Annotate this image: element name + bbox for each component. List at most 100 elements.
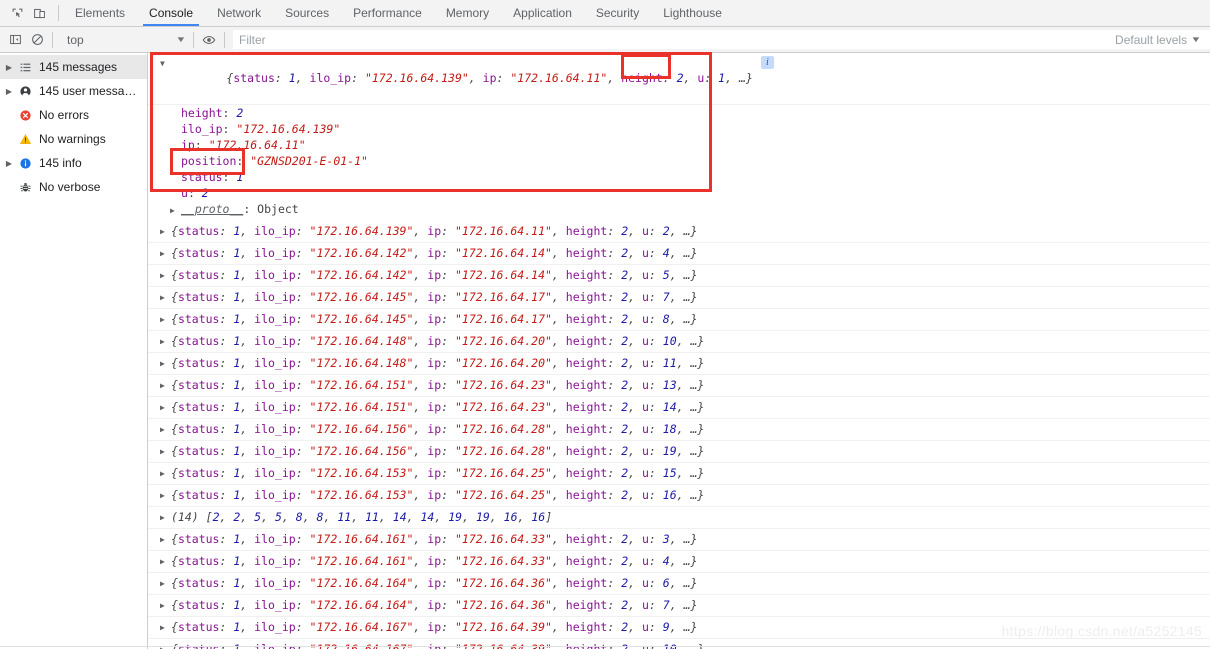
- tab-memory[interactable]: Memory: [434, 0, 501, 26]
- property-key: status: [181, 170, 223, 184]
- disclosure-triangle-icon[interactable]: ▶: [160, 466, 171, 481]
- tab-performance[interactable]: Performance: [341, 0, 434, 26]
- tab-application[interactable]: Application: [501, 0, 584, 26]
- row-ip-value: "172.16.64.17": [454, 290, 552, 304]
- row-ip-value: "172.16.64.39": [454, 620, 552, 634]
- row-u-value: 2: [662, 224, 670, 238]
- console-message-object[interactable]: ▶ {status: 1, ilo_ip: "172.16.64.151", ip…: [148, 397, 1210, 419]
- console-message-object[interactable]: ▶ {status: 1, ilo_ip: "172.16.64.164", ip…: [148, 595, 1210, 617]
- tab-lighthouse[interactable]: Lighthouse: [651, 0, 734, 26]
- sidebar-item-messages[interactable]: ▶ 145 messages: [0, 55, 147, 79]
- disclosure-triangle-icon[interactable]: ▶: [160, 312, 171, 327]
- disclosure-triangle-icon[interactable]: ▶: [160, 444, 171, 459]
- console-message-object[interactable]: ▶ {status: 1, ilo_ip: "172.16.64.148", ip…: [148, 353, 1210, 375]
- devtools-left-icons: [0, 0, 54, 26]
- array-item: 16: [503, 510, 518, 524]
- console-message-object[interactable]: ▶ {status: 1, ilo_ip: "172.16.64.148", ip…: [148, 331, 1210, 353]
- chevron-right-icon[interactable]: ▶: [2, 159, 16, 168]
- sidebar-item-warnings[interactable]: ▶ No warnings: [0, 127, 147, 151]
- property-proto[interactable]: ▶ __proto__: Object: [160, 201, 1210, 219]
- row-ilo-ip-value: "172.16.64.164": [309, 576, 414, 590]
- live-expression-eye-icon[interactable]: [198, 29, 220, 51]
- disclosure-triangle-icon[interactable]: ▶: [160, 620, 171, 635]
- property-value: 1: [236, 170, 244, 184]
- tab-console[interactable]: Console: [137, 0, 205, 26]
- console-message-object[interactable]: ▶ {status: 1, ilo_ip: "172.16.64.145", ip…: [148, 287, 1210, 309]
- disclosure-triangle-icon[interactable]: ▶: [160, 224, 171, 239]
- console-message-list[interactable]: ▼ {status: 1, ilo_ip: "172.16.64.139", i…: [148, 53, 1210, 649]
- tab-sources[interactable]: Sources: [273, 0, 341, 26]
- console-message-object[interactable]: ▶ {status: 1, ilo_ip: "172.16.64.142", ip…: [148, 265, 1210, 287]
- console-message-object[interactable]: ▶{status: 1, ilo_ip: "172.16.64.167", ip…: [148, 639, 1210, 649]
- console-message-object[interactable]: ▶ {status: 1, ilo_ip: "172.16.64.142", ip…: [148, 243, 1210, 265]
- disclosure-triangle-icon[interactable]: ▶: [160, 510, 171, 525]
- disclosure-triangle-icon[interactable]: ▶: [160, 488, 171, 503]
- row-u-value: 3: [662, 532, 670, 546]
- property-height[interactable]: height: 2: [160, 105, 1210, 121]
- disclosure-triangle-icon[interactable]: ▶: [160, 400, 171, 415]
- console-message-object[interactable]: ▶ {status: 1, ilo_ip: "172.16.64.161", ip…: [148, 551, 1210, 573]
- tab-network[interactable]: Network: [205, 0, 273, 26]
- property-ip[interactable]: ip: "172.16.64.11": [160, 137, 1210, 153]
- row-ip-value: "172.16.64.36": [454, 598, 552, 612]
- console-message-object[interactable]: ▶ {status: 1, ilo_ip: "172.16.64.153", ip…: [148, 463, 1210, 485]
- disclosure-triangle-icon[interactable]: ▶: [160, 554, 171, 569]
- property-status[interactable]: status: 1: [160, 169, 1210, 185]
- tab-security[interactable]: Security: [584, 0, 651, 26]
- sidebar-item-verbose[interactable]: ▶ No verbose: [0, 175, 147, 199]
- console-message-text: {status: 1, ilo_ip: "172.16.64.164", ip:…: [171, 576, 698, 590]
- console-message-object[interactable]: ▶ {status: 1, ilo_ip: "172.16.64.139", ip…: [148, 221, 1210, 243]
- disclosure-triangle-open-icon[interactable]: ▼: [160, 56, 171, 71]
- disclosure-triangle-icon[interactable]: ▶: [160, 378, 171, 393]
- disclosure-triangle-icon[interactable]: ▶: [170, 203, 181, 219]
- disclosure-triangle-icon[interactable]: ▶: [160, 246, 171, 261]
- execution-context-selector[interactable]: top ▼: [61, 30, 189, 49]
- console-message-object[interactable]: ▶ {status: 1, ilo_ip: "172.16.64.164", ip…: [148, 573, 1210, 595]
- console-message-object[interactable]: ▶ {status: 1, ilo_ip: "172.16.64.145", ip…: [148, 309, 1210, 331]
- disclosure-triangle-icon[interactable]: ▶: [160, 268, 171, 283]
- property-ilo-ip[interactable]: ilo_ip: "172.16.64.139": [160, 121, 1210, 137]
- clear-console-icon[interactable]: [26, 29, 48, 51]
- console-message-text: {status: 1, ilo_ip: "172.16.64.167", ip:…: [171, 620, 698, 634]
- sidebar-item-user-messages[interactable]: ▶ 145 user messa…: [0, 79, 147, 103]
- disclosure-triangle-icon[interactable]: ▶: [160, 598, 171, 613]
- console-message-text: {status: 1, ilo_ip: "172.16.64.145", ip:…: [171, 312, 698, 326]
- inspect-element-icon[interactable]: [6, 2, 28, 24]
- row-ip-value: "172.16.64.33": [454, 554, 552, 568]
- disclosure-triangle-icon[interactable]: ▶: [160, 422, 171, 437]
- device-toolbar-icon[interactable]: [28, 2, 50, 24]
- property-position[interactable]: position: "GZNSD201-E-01-1": [160, 153, 1210, 169]
- console-message-object[interactable]: ▶ {status: 1, ilo_ip: "172.16.64.151", ip…: [148, 375, 1210, 397]
- console-message-object[interactable]: ▶ {status: 1, ilo_ip: "172.16.64.161", ip…: [148, 529, 1210, 551]
- show-console-sidebar-icon[interactable]: [4, 29, 26, 51]
- disclosure-triangle-icon[interactable]: ▶: [160, 290, 171, 305]
- verbose-bug-icon: [16, 181, 34, 194]
- error-icon: [16, 109, 34, 122]
- console-message-object[interactable]: ▶ {status: 1, ilo_ip: "172.16.64.156", ip…: [148, 419, 1210, 441]
- property-u[interactable]: u: 2: [160, 185, 1210, 201]
- chevron-right-icon[interactable]: ▶: [2, 87, 16, 96]
- tab-label: Elements: [75, 6, 126, 20]
- filter-input[interactable]: [233, 30, 1110, 49]
- console-message-object[interactable]: ▶ {status: 1, ilo_ip: "172.16.64.153", ip…: [148, 485, 1210, 507]
- chevron-right-icon[interactable]: ▶: [2, 63, 16, 72]
- console-message-array[interactable]: ▶ (14) [2, 2, 5, 5, 8, 8, 11, 11, 14, 14,…: [148, 507, 1210, 529]
- sidebar-item-info[interactable]: ▶ 145 info: [0, 151, 147, 175]
- console-toolbar-divider-2: [193, 31, 194, 48]
- console-message-expanded[interactable]: ▼ {status: 1, ilo_ip: "172.16.64.139", i…: [148, 53, 1210, 105]
- disclosure-triangle-icon[interactable]: ▶: [160, 356, 171, 371]
- tab-elements[interactable]: Elements: [63, 0, 137, 26]
- list-icon: [16, 61, 34, 74]
- row-ip-value: "172.16.64.17": [454, 312, 552, 326]
- sidebar-item-errors[interactable]: ▶ No errors: [0, 103, 147, 127]
- row-ilo-ip-value: "172.16.64.153": [309, 466, 414, 480]
- log-levels-selector[interactable]: Default levels ▼: [1109, 30, 1210, 49]
- disclosure-triangle-icon[interactable]: ▶: [160, 334, 171, 349]
- row-u-value: 6: [662, 576, 670, 590]
- row-u-value: 10: [662, 334, 677, 348]
- disclosure-triangle-icon[interactable]: ▶: [160, 532, 171, 547]
- console-message-object[interactable]: ▶ {status: 1, ilo_ip: "172.16.64.156", ip…: [148, 441, 1210, 463]
- disclosure-triangle-icon[interactable]: ▶: [160, 576, 171, 591]
- info-badge-icon[interactable]: i: [760, 56, 774, 69]
- row-u-value: 9: [662, 620, 670, 634]
